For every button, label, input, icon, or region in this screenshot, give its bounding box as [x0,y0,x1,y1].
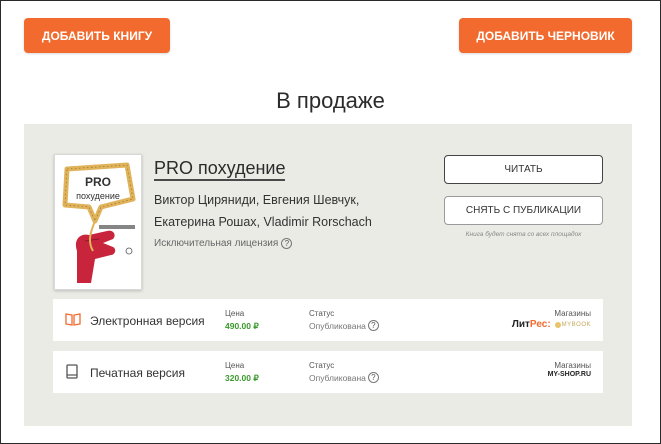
cover-title-line2: похудение [76,191,120,201]
license-label: Исключительная лицензия [154,238,279,249]
book-authors: Виктор Циряниди, Евгения Шевчук, Екатери… [154,193,372,229]
version-name: Печатная версия [90,366,185,380]
price-label: Цена [225,361,245,370]
status-text: Опубликована [309,320,366,331]
book-panel: PRO похудение PRO похудение Виктор Цирян… [24,124,632,426]
status-value: Опубликована ? [309,320,379,331]
version-row-print: Печатная версия Цена 320.00 ₽ Статус Опу… [53,351,603,393]
store-litres-logo[interactable]: ЛитРес: [512,319,551,330]
unpublish-note: Книга будет снята со всех площадок [465,231,582,238]
book-cover[interactable]: PRO похудение [54,154,142,290]
status-label: Статус [309,361,335,370]
book-title[interactable]: PRO похудение [154,158,286,181]
cover-title-line1: PRO [85,175,111,189]
price-value: 490.00 ₽ [225,321,259,331]
read-button[interactable]: ЧИТАТЬ [444,155,603,184]
help-icon[interactable]: ? [367,372,379,383]
stores-list: MY-SHOP.RU [548,371,591,378]
status-text: Опубликована [309,372,366,383]
book-license: Исключительная лицензия ? [154,238,293,249]
version-name: Электронная версия [90,314,205,328]
unpublish-button[interactable]: СНЯТЬ С ПУБЛИКАЦИИ [444,196,603,225]
store-myshop-logo[interactable]: MY-SHOP.RU [548,371,591,378]
mybook-text: MYBOOK [561,321,591,328]
open-book-icon [65,312,81,331]
price-value: 320.00 ₽ [225,373,259,383]
add-draft-button[interactable]: ДОБАВИТЬ ЧЕРНОВИК [459,18,632,53]
price-label: Цена [225,309,245,318]
status-value: Опубликована ? [309,372,379,383]
store-mybook-logo[interactable]: MYBOOK [554,321,591,328]
status-label: Статус [309,309,335,318]
version-row-ebook: Электронная версия Цена 490.00 ₽ Статус … [53,299,603,341]
add-book-button[interactable]: ДОБАВИТЬ КНИГУ [24,18,170,53]
section-title: В продаже [276,88,385,113]
help-icon[interactable]: ? [281,238,293,249]
stores-label: Магазины [554,361,591,370]
stores-label: Магазины [554,309,591,318]
book-icon [65,364,79,385]
help-icon[interactable]: ? [367,320,379,331]
book-cover-art: PRO похудение [55,155,141,289]
mybook-icon [554,321,561,328]
stores-list: ЛитРес: MYBOOK [512,319,591,330]
